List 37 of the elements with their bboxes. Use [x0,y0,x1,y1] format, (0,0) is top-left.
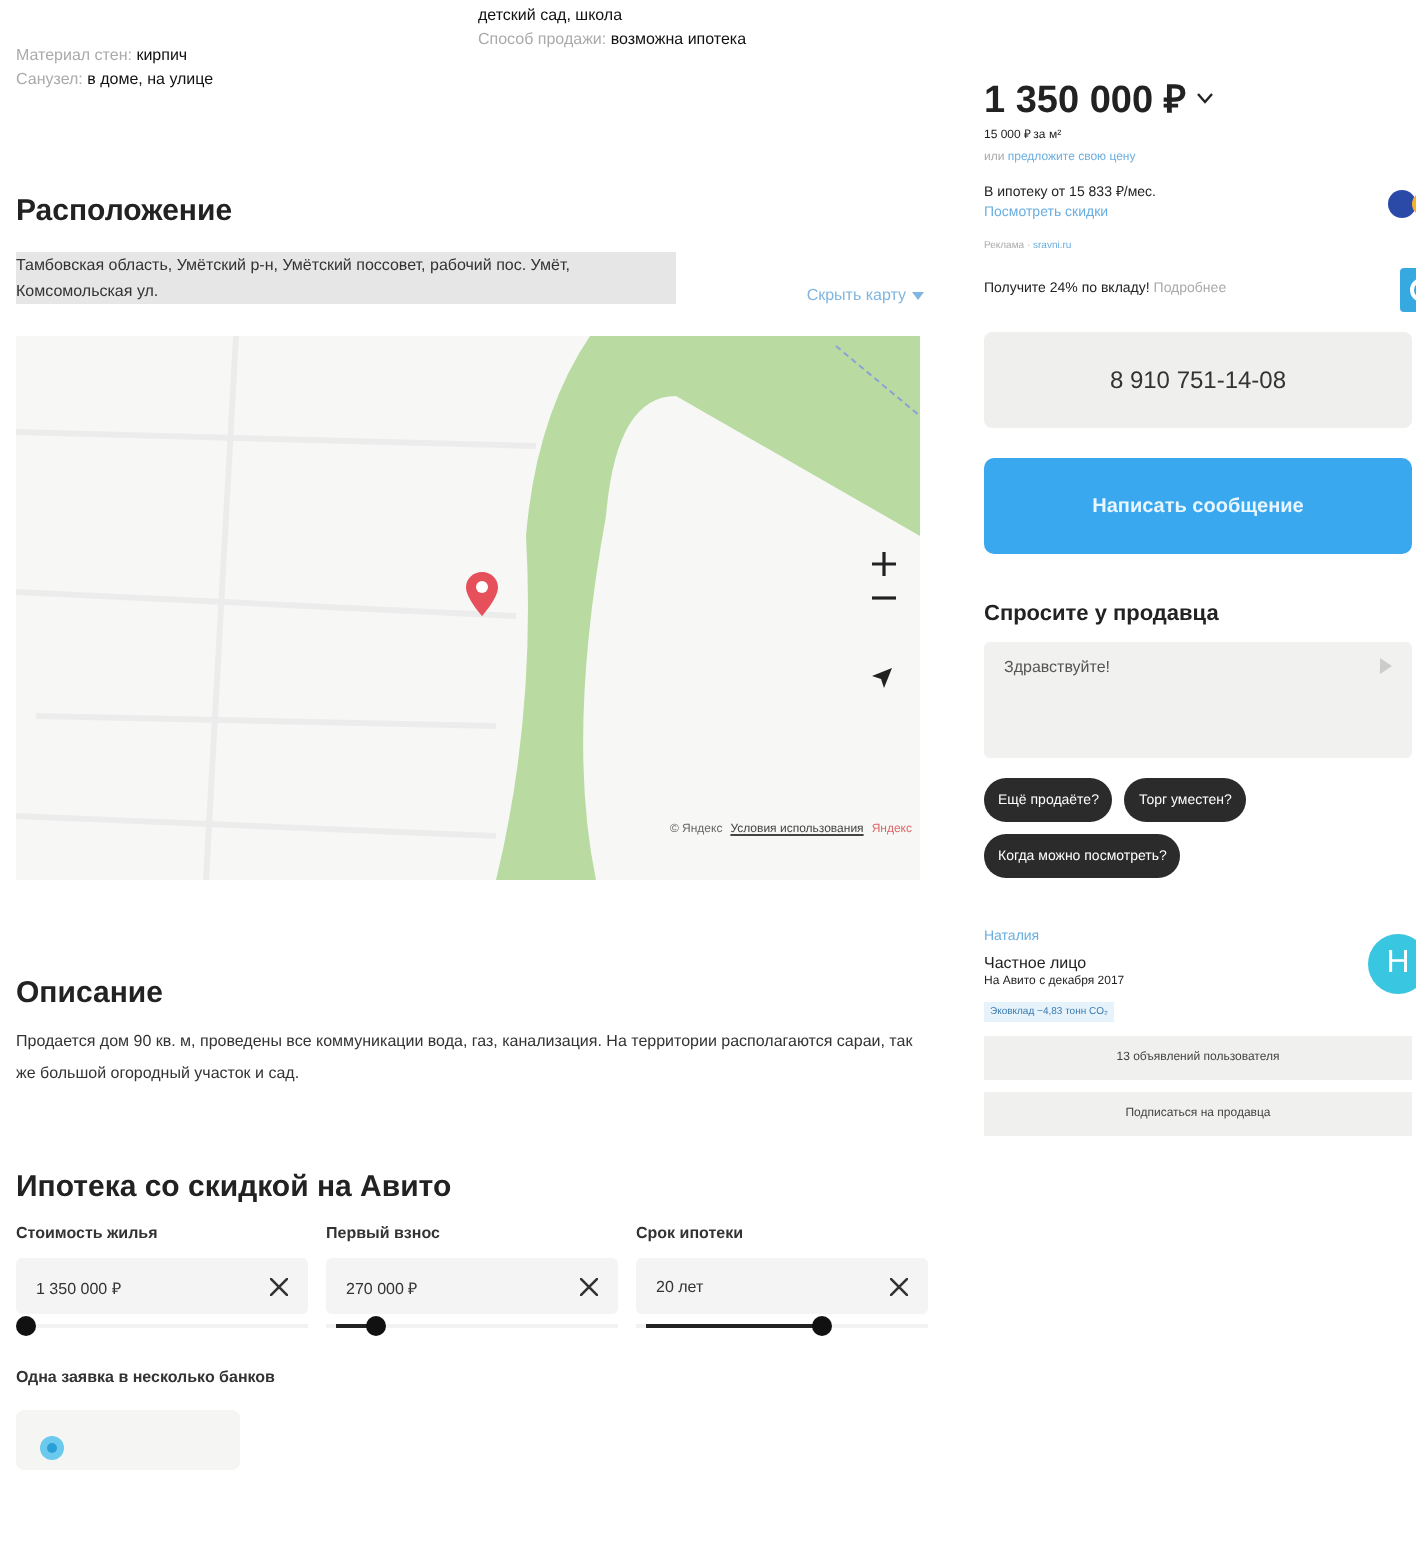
section-title: Расположение [16,194,235,228]
subsection-title: Одна заявка в несколько банков [16,1368,277,1386]
phone-button[interactable]: 8 910 751-14-08 [984,332,1412,428]
input-field[interactable]: 270 000 ₽ [326,1258,618,1314]
clear-icon [270,1277,288,1295]
seller-type: Частное лицо [984,954,1089,972]
param-text: Материал стен: кирпич [16,44,190,68]
zoom-in-button[interactable] [868,548,900,580]
map-pin-icon [466,572,498,616]
field-label: Срок ипотеки [636,1224,746,1242]
minus-icon [872,596,896,600]
slider-thumb[interactable] [16,1316,36,1336]
plus-icon [872,552,896,576]
locate-button[interactable] [868,664,896,692]
message-input[interactable]: Здравствуйте! [984,642,1412,758]
param-text: Санузел: в доме, на улице [16,68,216,92]
bank-logo-icon [40,1436,64,1460]
price-text: 1 350 000 ₽ [984,78,1186,124]
slider-thumb[interactable] [366,1316,387,1336]
clear-icon [580,1277,598,1295]
section-title: Ипотека со скидкой на Авито [16,1170,454,1204]
section-title: Описание [16,976,165,1010]
param-text: Способ продажи: возможна ипотека [478,28,749,52]
field-label: Стоимость жилья [16,1224,160,1242]
input-field[interactable]: 20 лет [636,1258,928,1314]
clear-icon [890,1277,908,1295]
caret-icon [912,291,924,299]
chevron-down-icon[interactable] [1195,92,1214,104]
section-title: Спросите у продавца [984,602,1221,626]
field-label: Первый взнос [326,1224,442,1242]
description-text: Продается дом 90 кв. м, проведены все коммуникации вода, газ, канализация. На территории располагаются сараи, так же большой огородный участок и сад. [16,1030,915,1086]
zoom-out-button[interactable] [868,592,900,604]
slider-thumb[interactable] [812,1316,833,1336]
param-text: детский сад, школа [478,4,625,28]
address-text: Тамбовская область, Умётский р-н, Умётский поссовет, рабочий пос. Умёт, Комсомольская ул. [16,252,676,304]
input-field[interactable]: 1 350 000 ₽ [16,1258,308,1314]
navigation-arrow-icon [872,668,892,688]
